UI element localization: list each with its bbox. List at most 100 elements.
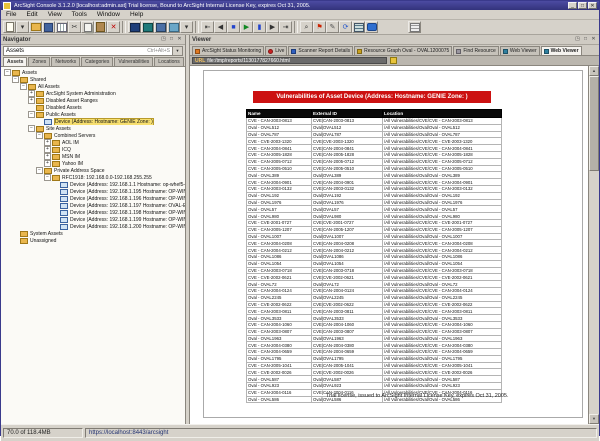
go-previous-button[interactable]: ◀ [214,21,227,33]
url-field[interactable]: URL file:/tmp/reports/1130177827660.html [192,57,387,64]
connection-url[interactable]: https://localhost:8443/arcsight [85,428,597,438]
collapse-icon[interactable]: − [28,111,35,118]
collapse-icon[interactable]: − [28,125,35,132]
expand-icon[interactable]: + [44,139,51,146]
new-resource-dropdown[interactable]: ▾ [16,21,29,33]
maximize-panel-icon[interactable]: □ [582,36,589,43]
pause-button[interactable]: ▮ [253,21,266,33]
maximize-icon[interactable]: □ [578,2,587,9]
tree-item-disabled-asset-ranges[interactable]: +Disabled Asset Ranges [1,97,185,104]
refresh-button[interactable]: ⟳ [339,21,352,33]
collapse-icon[interactable]: − [20,83,27,90]
flag-button[interactable]: ⚑ [313,21,326,33]
collapse-icon[interactable]: − [4,69,11,76]
collapse-icon[interactable]: − [36,132,43,139]
expand-icon[interactable]: + [44,146,51,153]
copy-button[interactable] [81,21,94,33]
grid-button[interactable] [408,21,421,33]
maximize-panel-icon[interactable]: □ [168,36,175,43]
tree-item-device-address-192-168-1-199-h[interactable]: Device (Address: 192.168.1.199 Hostname:… [1,216,185,223]
tree-item-combined-servers[interactable]: −Combined Servers [1,132,185,139]
float-panel-icon[interactable]: ◳ [160,36,167,43]
close-panel-icon[interactable]: ✕ [590,36,597,43]
float-panel-icon[interactable]: ◳ [574,36,581,43]
nav-tab-networks[interactable]: Networks [51,57,80,66]
scroll-down-icon[interactable]: ▼ [589,414,599,424]
tree-item-device-address-192-168-1-196-h[interactable]: Device (Address: 192.168.1.196 Hostname:… [1,195,185,202]
tree-item-unassigned[interactable]: Unassigned [1,237,185,244]
show-navigator-button[interactable] [128,21,141,33]
menu-file[interactable]: File [1,11,21,18]
report-button[interactable] [55,21,68,33]
title-bar[interactable]: ArcSight Console 3.1.2.0 [localhost:admi… [1,1,599,10]
layout-button[interactable] [167,21,180,33]
tree-item-device-address-192-168-1-1-hos[interactable]: Device (Address: 192.168.1.1 Hostname: o… [1,181,185,188]
nav-tab-vulnerabilities[interactable]: Vulnerabilities [114,57,153,66]
paste-button[interactable] [94,21,107,33]
resource-type-dropdown[interactable]: Assets Ctrl+Alt+S ▼ [3,46,183,56]
viewer-tab-web-viewer-5[interactable]: Web Viewer [500,46,540,55]
expand-icon[interactable]: + [28,90,35,97]
tree-item-device-address-192-168-1-197-h[interactable]: Device (Address: 192.168.1.197 Hostname:… [1,202,185,209]
menu-edit[interactable]: Edit [21,11,42,18]
tree-item-rfc1918-192-168-0-0-192-168-25[interactable]: −RFC1918: 192.168.0.0-192.168.255.255 [1,174,185,181]
close-panel-icon[interactable]: ✕ [176,36,183,43]
tree-item-site-assets[interactable]: −Site Assets [1,125,185,132]
tree-item-shared[interactable]: −Shared [1,76,185,83]
viewer-tab-find-resource-4[interactable]: Find Resource [453,46,499,55]
tree-item-system-assets[interactable]: System Assets [1,230,185,237]
expand-icon[interactable]: + [44,153,51,160]
tree-item-yahoo-im[interactable]: +Yahoo IM [1,160,185,167]
collapse-icon[interactable]: − [12,76,19,83]
tree-item-all-assets[interactable]: −All Assets [1,83,185,90]
scrollbar-thumb[interactable] [589,76,599,171]
collapse-icon[interactable]: − [44,174,51,181]
go-last-button[interactable]: ⇥ [279,21,292,33]
tree-item-aol-im[interactable]: +AOL IM [1,139,185,146]
nav-tab-categories[interactable]: Categories [81,57,113,66]
viewer-tab-live-1[interactable]: Live [265,46,287,55]
close-icon[interactable]: ✕ [588,2,597,9]
scroll-up-icon[interactable]: ▲ [589,66,599,76]
viewer-tab-arcsight-status-monitoring-0[interactable]: ArcSight Status Monitoring [192,46,264,55]
minimize-icon[interactable]: _ [568,2,577,9]
tree-item-device-address-192-168-1-198-h[interactable]: Device (Address: 192.168.1.198 Hostname:… [1,209,185,216]
url-bookmark-icon[interactable] [390,57,397,64]
menu-tools[interactable]: Tools [67,11,92,18]
delete-button[interactable]: ✕ [107,21,120,33]
nav-tab-zones[interactable]: Zones [28,57,50,66]
tree-item-msn-im[interactable]: +MSN IM [1,153,185,160]
tree-item-public-assets[interactable]: −Public Assets [1,111,185,118]
go-next-button[interactable]: ▶ [266,21,279,33]
viewer-tab-scanner-report-details-2[interactable]: Scanner Report Details [288,46,353,55]
cut-button[interactable]: ✂ [68,21,81,33]
show-viewer-button[interactable] [154,21,167,33]
nav-tab-assets[interactable]: Assets [3,57,27,66]
tree-item-assets[interactable]: −Assets [1,69,185,76]
categories-button[interactable] [352,21,365,33]
viewer-tab-web-viewer-6[interactable]: Web Viewer [541,46,582,55]
go-first-button[interactable]: ⇤ [201,21,214,33]
tree-item-icq[interactable]: +ICQ [1,146,185,153]
menu-view[interactable]: View [43,11,67,18]
edit-button[interactable]: ✎ [326,21,339,33]
layout-dropdown[interactable]: ▾ [180,21,193,33]
new-resource-button[interactable] [3,21,16,33]
show-inspector-button[interactable] [141,21,154,33]
vertical-scrollbar[interactable]: ▲ ▼ [588,66,599,424]
chevron-down-icon[interactable]: ▼ [172,47,182,55]
save-button[interactable] [42,21,55,33]
tree-item-private-address-space[interactable]: −Private Address Space [1,167,185,174]
open-button[interactable] [29,21,42,33]
menu-window[interactable]: Window [92,11,125,18]
expand-icon[interactable]: + [28,97,35,104]
viewer-tab-resource-graph-oval-oval1200075-3[interactable]: Resource Graph Oval - OVAL1200075 [354,46,452,55]
tree-item-device-address-192-168-1-200-h[interactable]: Device (Address: 192.168.1.200 Hostname:… [1,223,185,230]
tree-item-arcsight-system-administration[interactable]: +ArcSight System Administration [1,90,185,97]
nav-tab-locations[interactable]: Locations [154,57,183,66]
stop-button[interactable]: ■ [227,21,240,33]
menu-help[interactable]: Help [125,11,148,18]
chat-button[interactable] [365,21,378,33]
collapse-icon[interactable]: − [36,167,43,174]
tree-item-device-address-192-168-1-195-h[interactable]: Device (Address: 192.168.1.195 Hostname:… [1,188,185,195]
